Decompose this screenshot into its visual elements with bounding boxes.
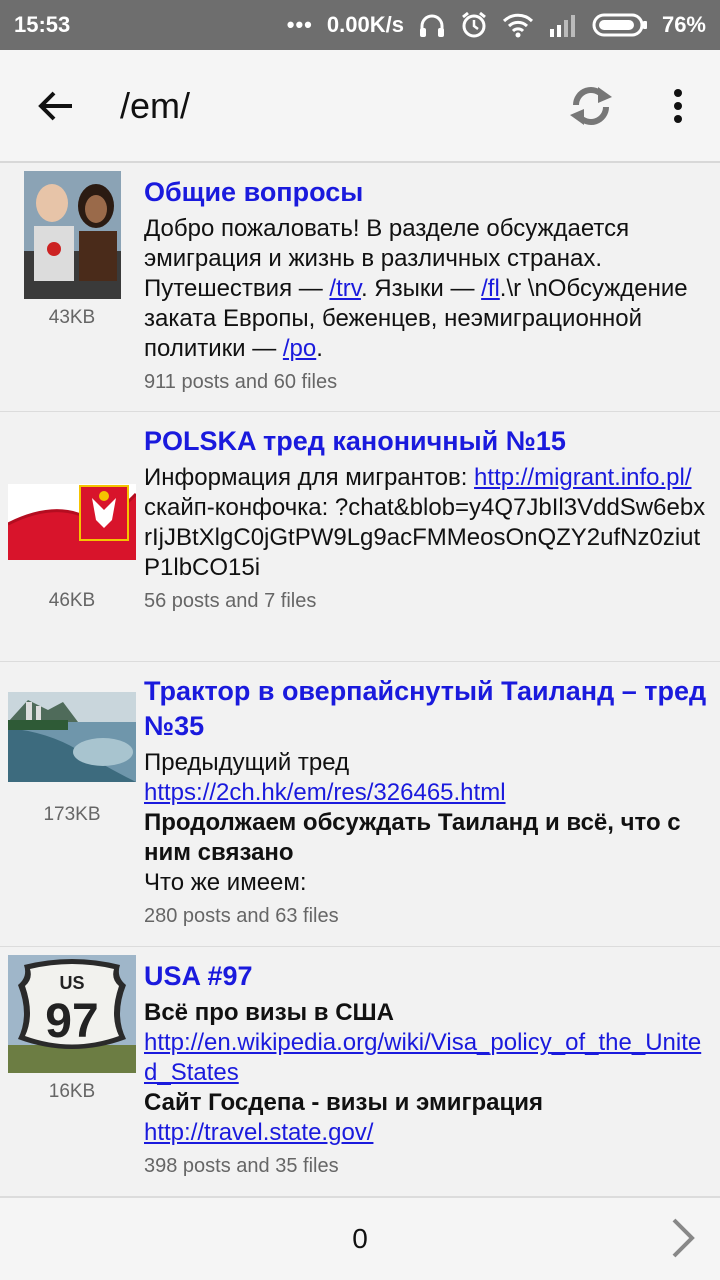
thread-content: Общие вопросы Добро пожаловать! В раздел… xyxy=(144,171,720,401)
chevron-right-icon xyxy=(672,1218,695,1258)
page-number: 0 xyxy=(352,1223,368,1254)
thread-thumbnail[interactable] xyxy=(23,171,121,299)
thread-stats: 911 posts and 60 files xyxy=(144,371,338,393)
thumbnail-size: 43KB xyxy=(48,307,96,328)
body-text: . Языки — xyxy=(360,275,482,302)
network-speed: 0.00K/s xyxy=(326,12,404,37)
thread-list[interactable]: 43KB Общие вопросы Добро пожаловать! В р… xyxy=(0,163,720,1197)
thumbnail-column: US 97 16KB xyxy=(0,955,144,1186)
body-bold: Продолжаем обсуждать Таиланд и всё, что … xyxy=(144,809,681,866)
thumbnail-column: 46KB xyxy=(0,420,144,651)
pager-bar: 0 xyxy=(0,1197,720,1280)
thread-title[interactable]: Трактор в оверпайснутый Таиланд – тред №… xyxy=(144,674,708,744)
thread-item[interactable]: US 97 16KB USA #97 Всё про визы в США htt… xyxy=(0,947,720,1197)
body-link[interactable]: https://2ch.hk/em/res/326465.html xyxy=(144,779,506,806)
headset-icon xyxy=(419,14,444,37)
thread-item[interactable]: 43KB Общие вопросы Добро пожаловать! В р… xyxy=(0,163,720,412)
body-link[interactable]: /trv xyxy=(329,275,361,302)
refresh-button[interactable] xyxy=(546,49,636,162)
status-time: 15:53 xyxy=(14,12,71,37)
thumbnail-size: 16KB xyxy=(48,1081,96,1102)
more-dots-icon: ••• xyxy=(286,12,313,37)
more-vert-icon xyxy=(674,88,682,123)
arrow-back-icon xyxy=(38,91,72,120)
thread-body: Добро пожаловать! В разделе обсуждается … xyxy=(144,214,708,364)
thread-body: Информация для мигрантов: http://migrant… xyxy=(144,463,708,583)
body-bold: Всё про визы в США xyxy=(144,999,394,1026)
battery-level: 76% xyxy=(661,12,706,37)
body-link[interactable]: http://en.wikipedia.org/wiki/Visa_policy… xyxy=(144,1029,701,1086)
body-text: скайп-конфочка: ?chat&blob=y4Q7JbIl3VddS… xyxy=(144,494,706,581)
thumbnail-column: 173KB xyxy=(0,670,144,936)
thread-thumbnail[interactable] xyxy=(8,483,136,560)
thread-item[interactable]: 46KB POLSKA тред каноничный №15 Информац… xyxy=(0,412,720,662)
thread-body: Предыдущий тред https://2ch.hk/em/res/326… xyxy=(144,748,708,898)
thread-thumbnail[interactable]: US 97 xyxy=(8,955,136,1073)
thumbnail-size: 173KB xyxy=(43,804,101,825)
thread-stats: 280 posts and 63 files xyxy=(144,905,339,927)
thread-content: POLSKA тред каноничный №15 Информация дл… xyxy=(144,420,720,651)
body-text: Предыдущий тред xyxy=(144,749,350,776)
thread-body: Всё про визы в США http://en.wikipedia.or… xyxy=(144,998,708,1148)
body-text: Что же имеем: xyxy=(144,869,307,896)
thread-title[interactable]: Общие вопросы xyxy=(144,175,708,210)
back-button[interactable] xyxy=(0,49,112,162)
body-link[interactable]: /po xyxy=(283,335,316,362)
thread-stats: 56 posts and 7 files xyxy=(144,590,317,612)
thread-content: Трактор в оверпайснутый Таиланд – тред №… xyxy=(144,670,720,936)
battery-icon xyxy=(592,13,647,37)
sign-top-text: US xyxy=(59,973,84,993)
signal-icon xyxy=(549,15,575,37)
refresh-icon xyxy=(570,86,612,125)
board-title: /em/ xyxy=(120,84,191,126)
body-link[interactable]: http://travel.state.gov/ xyxy=(144,1119,373,1146)
body-link[interactable]: /fl xyxy=(481,275,500,302)
wifi-icon xyxy=(502,13,534,38)
next-page-button[interactable] xyxy=(670,1216,696,1265)
thread-thumbnail[interactable] xyxy=(8,692,136,782)
status-bar: 15:53 ••• 0.00K/s 76% xyxy=(0,0,720,50)
body-bold: Сайт Госдепа - визы и эмиграция xyxy=(144,1089,543,1116)
thumbnail-column: 43KB xyxy=(0,171,144,401)
alarm-icon xyxy=(462,11,486,38)
more-options-button[interactable] xyxy=(636,49,720,162)
thread-item[interactable]: 173KB Трактор в оверпайснутый Таиланд – … xyxy=(0,662,720,947)
thread-stats: 398 posts and 35 files xyxy=(144,1155,339,1177)
status-right: ••• 0.00K/s 76% xyxy=(287,11,706,39)
thread-title[interactable]: USA #97 xyxy=(144,959,708,994)
toolbar: /em/ xyxy=(0,50,720,163)
thread-content: USA #97 Всё про визы в США http://en.wiki… xyxy=(144,955,720,1186)
body-text: . xyxy=(316,335,323,362)
thread-title[interactable]: POLSKA тред каноничный №15 xyxy=(144,424,708,459)
body-link[interactable]: http://migrant.info.pl/ xyxy=(474,464,691,491)
body-text: Информация для мигрантов: xyxy=(144,464,475,491)
thumbnail-size: 46KB xyxy=(48,589,96,611)
sign-number-text: 97 xyxy=(45,995,98,1048)
